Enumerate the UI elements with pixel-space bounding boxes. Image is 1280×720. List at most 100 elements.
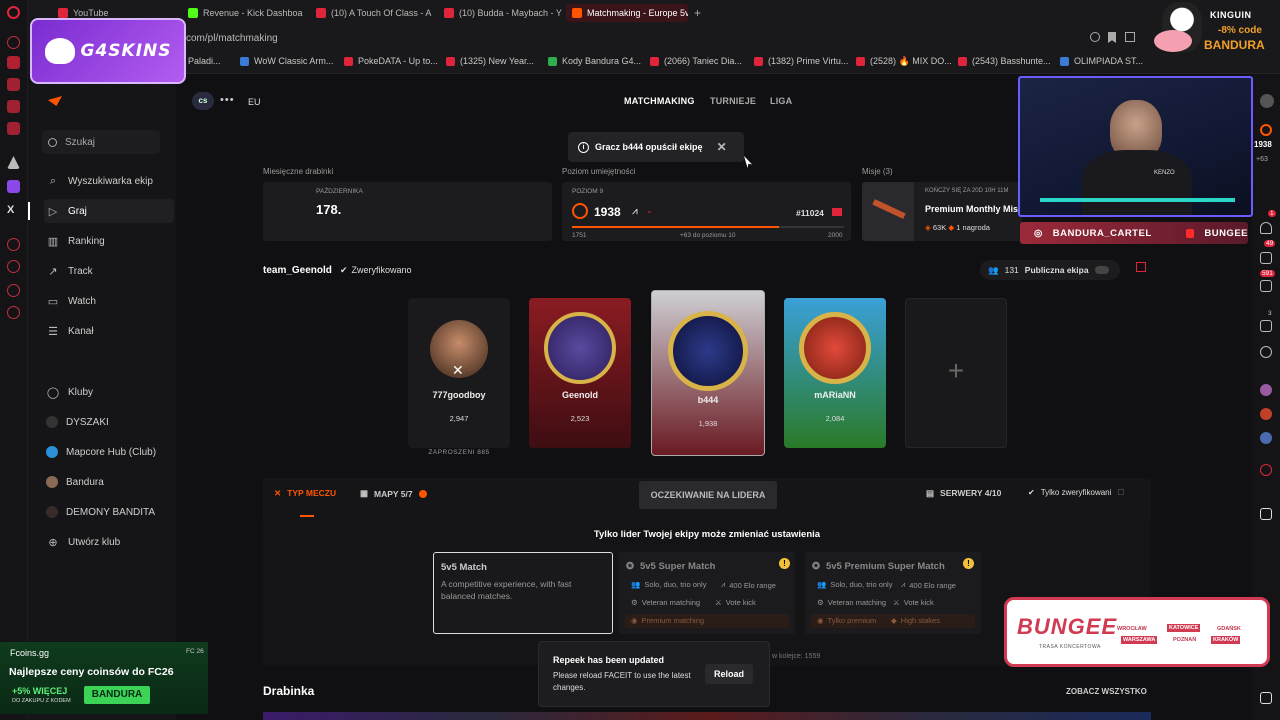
more-icon[interactable]: ••• bbox=[220, 94, 235, 106]
x-icon[interactable]: X bbox=[7, 204, 20, 217]
player-card[interactable]: mARiaNN 2,084 bbox=[784, 298, 886, 448]
friend-avatar[interactable] bbox=[1260, 384, 1272, 396]
add-friend-icon[interactable] bbox=[1260, 346, 1272, 358]
tab-matchmaking[interactable]: Matchmaking - Europe 5v bbox=[566, 4, 688, 22]
player-card[interactable]: b444 1,938 bbox=[651, 290, 765, 456]
tab-kick-dashboard[interactable]: Revenue - Kick Dashboa bbox=[188, 4, 306, 22]
option-5v5-super-match[interactable]: ✪ 5v5 Super Match ! 👥 Solo, duo, trio only… bbox=[619, 552, 795, 634]
chevron-down-icon: ⌄ bbox=[646, 206, 653, 215]
whatsapp-icon[interactable] bbox=[7, 122, 20, 135]
nav-team-finder[interactable]: ⌕ Wyszukiwarka ekip bbox=[44, 169, 174, 193]
snapshot-icon[interactable] bbox=[1125, 32, 1135, 42]
bookmark-icon[interactable] bbox=[1108, 32, 1116, 43]
search-field[interactable]: Szukaj bbox=[42, 130, 160, 154]
messenger-icon[interactable] bbox=[7, 78, 20, 91]
missions-card[interactable]: KOŃCZY SIĘ ZA 20D 10H 11M Premium Monthl… bbox=[862, 182, 1022, 241]
history-icon[interactable] bbox=[7, 260, 20, 273]
skill-card[interactable]: POZIOM 9 1938 ⩘ ⌄ #11024 1751 +63 do poz… bbox=[562, 182, 851, 241]
nav-matchmaking[interactable]: MATCHMAKING bbox=[624, 96, 695, 106]
bookmark-item[interactable]: (1325) New Year... bbox=[446, 56, 534, 66]
bookmark-item[interactable]: (2528) 🔥 MIX DO... bbox=[856, 56, 952, 67]
create-club[interactable]: ⊕ Utwórz klub bbox=[44, 530, 174, 554]
party-icon[interactable] bbox=[1260, 320, 1272, 332]
ladder-section-title: Drabinka bbox=[263, 684, 315, 698]
nav-ranking[interactable]: ▥ Ranking bbox=[44, 229, 174, 253]
team-name[interactable]: team_Geenold bbox=[263, 265, 332, 276]
bell-icon[interactable] bbox=[1260, 222, 1272, 234]
ranking-icon: ▥ bbox=[47, 235, 59, 248]
club-mapcore[interactable]: Mapcore Hub (Club) bbox=[44, 440, 174, 464]
lion-logo-icon bbox=[44, 38, 75, 64]
settings-icon[interactable] bbox=[7, 306, 20, 319]
bookmark-item[interactable]: (2543) Basshunte... bbox=[958, 56, 1051, 66]
bookmark-item[interactable]: OLIMPIADA ST... bbox=[1060, 56, 1143, 66]
option-5v5-premium-super-match[interactable]: ✪ 5v5 Premium Super Match ! 👥 Solo, duo, t… bbox=[805, 552, 981, 634]
ai-icon[interactable] bbox=[7, 56, 20, 69]
nav-clubs[interactable]: ◯ Kluby bbox=[44, 380, 174, 404]
twitch-icon[interactable] bbox=[7, 180, 20, 193]
tab-servers[interactable]: ▤ SERWERY 4/10 bbox=[926, 488, 1001, 499]
friend-avatar[interactable] bbox=[1260, 432, 1272, 444]
support-icon[interactable] bbox=[1260, 464, 1272, 476]
kick-player-icon[interactable]: ✕ bbox=[452, 362, 464, 379]
speed-dial-icon[interactable] bbox=[7, 36, 20, 49]
nav-league[interactable]: LIGA bbox=[770, 96, 792, 106]
toggle-switch[interactable] bbox=[1094, 266, 1109, 274]
club-bandura[interactable]: Bandura bbox=[44, 470, 174, 494]
game-selector[interactable]: cs bbox=[192, 92, 214, 110]
close-icon[interactable]: ✕ bbox=[717, 140, 727, 154]
ladder-card[interactable]: PAŹDZIERNIKA 178. bbox=[263, 182, 552, 241]
zoom-icon[interactable] bbox=[1090, 32, 1100, 42]
gift-icon[interactable] bbox=[1260, 692, 1272, 704]
downloads-icon[interactable] bbox=[7, 284, 20, 297]
nav-watch[interactable]: ▭ Watch bbox=[44, 289, 174, 313]
club-avatar bbox=[46, 506, 58, 518]
tab-match-type[interactable]: ✕ TYP MECZU bbox=[274, 488, 336, 499]
see-all-link[interactable]: ZOBACZ WSZYSTKO bbox=[1066, 687, 1147, 696]
club-dyszaki[interactable]: DYSZAKI bbox=[44, 410, 174, 434]
new-tab-button[interactable]: + bbox=[694, 4, 708, 22]
server-icon: ▤ bbox=[926, 488, 935, 498]
invite-slot[interactable]: + bbox=[905, 298, 1007, 448]
player-icon[interactable] bbox=[7, 238, 20, 251]
profile-avatar[interactable] bbox=[1260, 94, 1274, 108]
option-5v5-match[interactable]: 5v5 Match A competitive experience, with… bbox=[433, 552, 613, 634]
club-demony-bandita[interactable]: DEMONY BANDITA bbox=[44, 500, 174, 524]
bookmark-item[interactable]: Kody Bandura G4... bbox=[548, 56, 641, 66]
pokedata-icon bbox=[344, 56, 353, 66]
bookmark-item[interactable]: Paladi... bbox=[188, 56, 221, 66]
player-card[interactable]: ♛ Geenold 2,523 bbox=[529, 298, 631, 448]
notification-badge: 3 bbox=[1268, 310, 1272, 317]
url-field[interactable]: com/pl/matchmaking bbox=[186, 33, 278, 44]
youtube-icon bbox=[316, 8, 326, 18]
bookmark-item[interactable]: WoW Classic Arm... bbox=[240, 56, 333, 66]
chip-icon[interactable] bbox=[1260, 508, 1272, 520]
waiting-button[interactable]: OCZEKIWANIE NA LIDERA bbox=[639, 481, 777, 509]
kick-icon[interactable] bbox=[7, 156, 20, 169]
leave-team-icon[interactable] bbox=[1136, 262, 1146, 272]
team-privacy[interactable]: 👥 131 Publiczna ekipa bbox=[980, 260, 1120, 280]
player-card[interactable]: ✕ 777goodboy 2,947 bbox=[408, 298, 510, 448]
nav-track[interactable]: ↗ Track bbox=[44, 259, 174, 283]
sheets-icon bbox=[548, 56, 557, 66]
chat-icon[interactable] bbox=[1260, 280, 1272, 292]
bookmark-item[interactable]: (1382) Prime Virtu... bbox=[754, 56, 848, 66]
verified-only-toggle[interactable]: ✔ Tylko zweryfikowani ☐ bbox=[1028, 488, 1125, 497]
tab-touch-of-class[interactable]: (10) A Touch Of Class - A bbox=[316, 4, 434, 22]
nav-tournaments[interactable]: TURNIEJE bbox=[710, 96, 756, 106]
tab-maps[interactable]: ▦ MAPY 5/7 bbox=[360, 488, 427, 499]
opera-logo-icon[interactable] bbox=[7, 6, 20, 19]
nav-channel[interactable]: ☰ Kanał bbox=[44, 319, 174, 343]
bookmark-item[interactable]: PokeDATA - Up to... bbox=[344, 56, 438, 66]
faceit-logo-icon[interactable] bbox=[48, 96, 62, 106]
bookmark-item[interactable]: (2066) Taniec Dia... bbox=[650, 56, 742, 66]
channel-icon: ☰ bbox=[48, 325, 58, 338]
tab-budda[interactable]: (10) Budda - Maybach - Y bbox=[444, 4, 562, 22]
region-label[interactable]: EU bbox=[248, 97, 261, 107]
nav-play[interactable]: ▷ Graj bbox=[44, 199, 174, 223]
friends-icon[interactable] bbox=[1260, 252, 1272, 264]
flag-icon bbox=[832, 208, 842, 216]
friend-avatar[interactable] bbox=[1260, 408, 1272, 420]
reload-button[interactable]: Reload bbox=[705, 664, 753, 684]
instagram-icon[interactable] bbox=[7, 100, 20, 113]
